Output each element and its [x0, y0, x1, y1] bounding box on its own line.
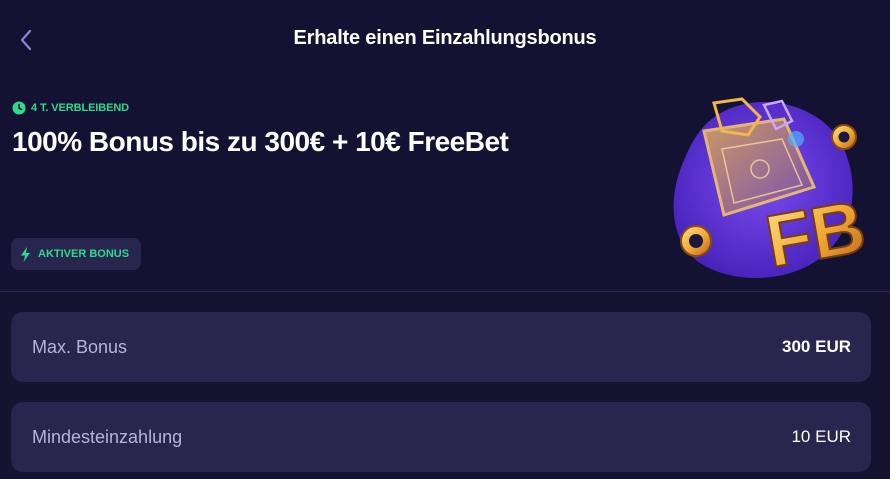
active-bonus-badge: AKTIVER BONUS — [11, 238, 142, 270]
max-bonus-row: Max. Bonus 300 EUR — [11, 312, 871, 382]
time-remaining: 4 T. VERBLEIBEND — [12, 101, 129, 115]
section-divider — [0, 291, 890, 292]
clock-icon — [12, 101, 26, 115]
max-bonus-label: Max. Bonus — [32, 336, 128, 357]
bonus-title: 100% Bonus bis zu 300€ + 10€ FreeBet — [12, 126, 509, 157]
max-bonus-value: 300 EUR — [782, 337, 851, 356]
page-title: Erhalte einen Einzahlungsbonus — [293, 27, 597, 49]
freebet-promo-illustration: FB — [664, 95, 872, 290]
lightning-icon — [21, 246, 30, 262]
min-deposit-row: Mindesteinzahlung 10 EUR — [11, 402, 871, 472]
time-remaining-label: 4 T. VERBLEIBEND — [31, 102, 130, 114]
active-bonus-label: AKTIVER BONUS — [38, 248, 130, 260]
fb-logo-letters: FB — [760, 184, 864, 283]
min-deposit-label: Mindesteinzahlung — [32, 426, 183, 447]
min-deposit-value: 10 EUR — [791, 427, 851, 446]
bonus-header-panel: Erhalte einen Einzahlungsbonus 4 T. VERB… — [0, 0, 890, 291]
bonus-detail-screen: Erhalte einen Einzahlungsbonus 4 T. VERB… — [0, 0, 890, 479]
